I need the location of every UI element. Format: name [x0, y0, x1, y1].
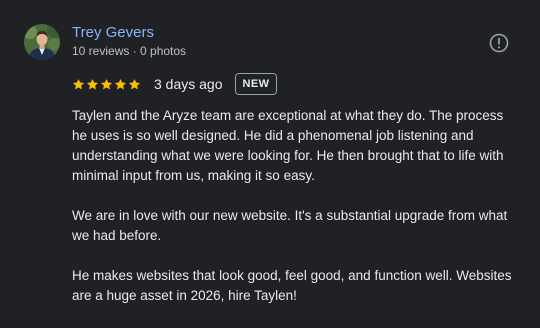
author-avatar[interactable] — [24, 24, 60, 60]
new-badge: NEW — [234, 73, 278, 95]
star-icon — [100, 78, 113, 89]
author-name[interactable]: Trey Gevers — [72, 24, 154, 42]
star-icon — [72, 78, 85, 89]
star-rating — [72, 78, 141, 91]
report-icon[interactable] — [489, 33, 509, 53]
review-text: Taylen and the Aryze team are exceptiona… — [72, 106, 522, 306]
star-icon — [86, 78, 99, 89]
star-icon — [114, 78, 127, 89]
star-icon — [128, 78, 141, 89]
author-review-count: 10 reviews · 0 photos — [72, 44, 187, 58]
review-paragraph: Taylen and the Aryze team are exceptiona… — [72, 108, 504, 183]
review-date: 3 days ago — [154, 76, 223, 92]
review-paragraph: He makes websites that look good, feel g… — [72, 268, 512, 303]
review-paragraph: We are in love with our new website. It'… — [72, 208, 508, 243]
user-avatar-icon — [24, 24, 60, 60]
review-card: Trey Gevers 10 reviews · 0 photos 3 days… — [0, 0, 540, 328]
rating-row: 3 days ago NEW — [72, 72, 278, 96]
